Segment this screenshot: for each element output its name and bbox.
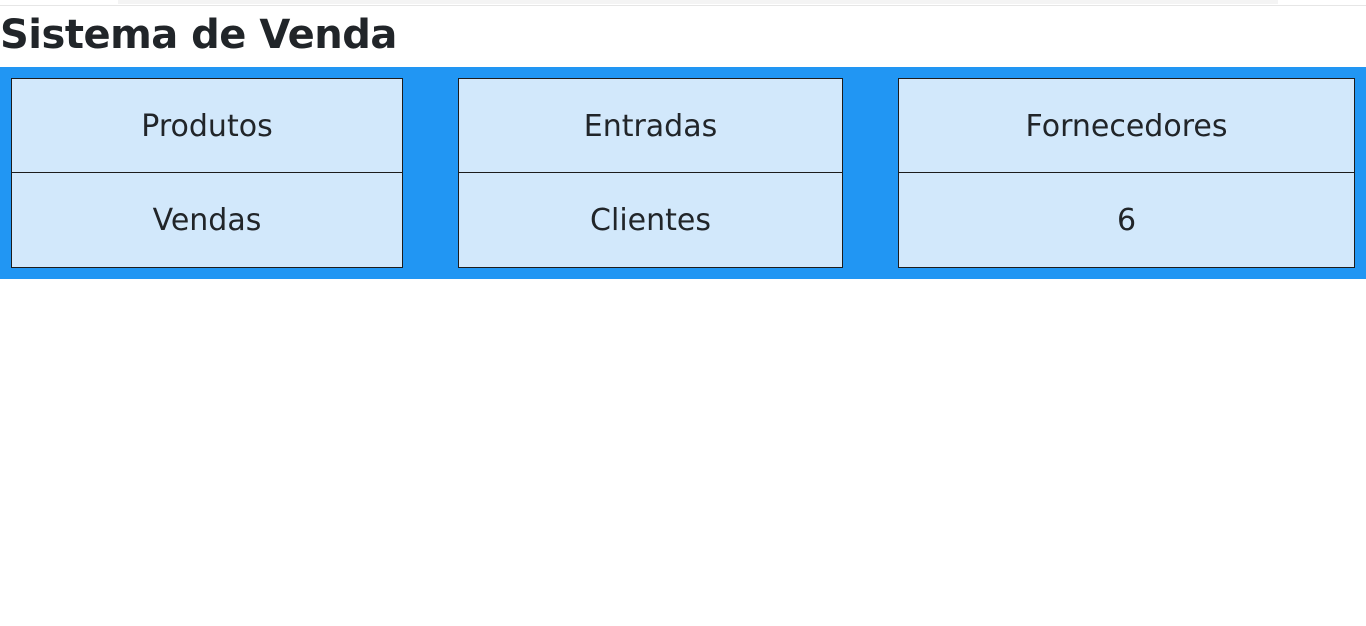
menu-panel: Produtos Entradas Fornecedores Vendas Cl… bbox=[0, 67, 1366, 279]
menu-item-6[interactable]: 6 bbox=[898, 172, 1355, 268]
page-title: Sistema de Venda bbox=[0, 12, 397, 58]
menu-item-fornecedores[interactable]: Fornecedores bbox=[898, 78, 1355, 174]
top-divider bbox=[0, 5, 1366, 6]
menu-item-entradas[interactable]: Entradas bbox=[458, 78, 843, 174]
top-shade bbox=[118, 0, 1278, 4]
menu-item-produtos[interactable]: Produtos bbox=[11, 78, 403, 174]
menu-item-clientes[interactable]: Clientes bbox=[458, 172, 843, 268]
menu-item-vendas[interactable]: Vendas bbox=[11, 172, 403, 268]
